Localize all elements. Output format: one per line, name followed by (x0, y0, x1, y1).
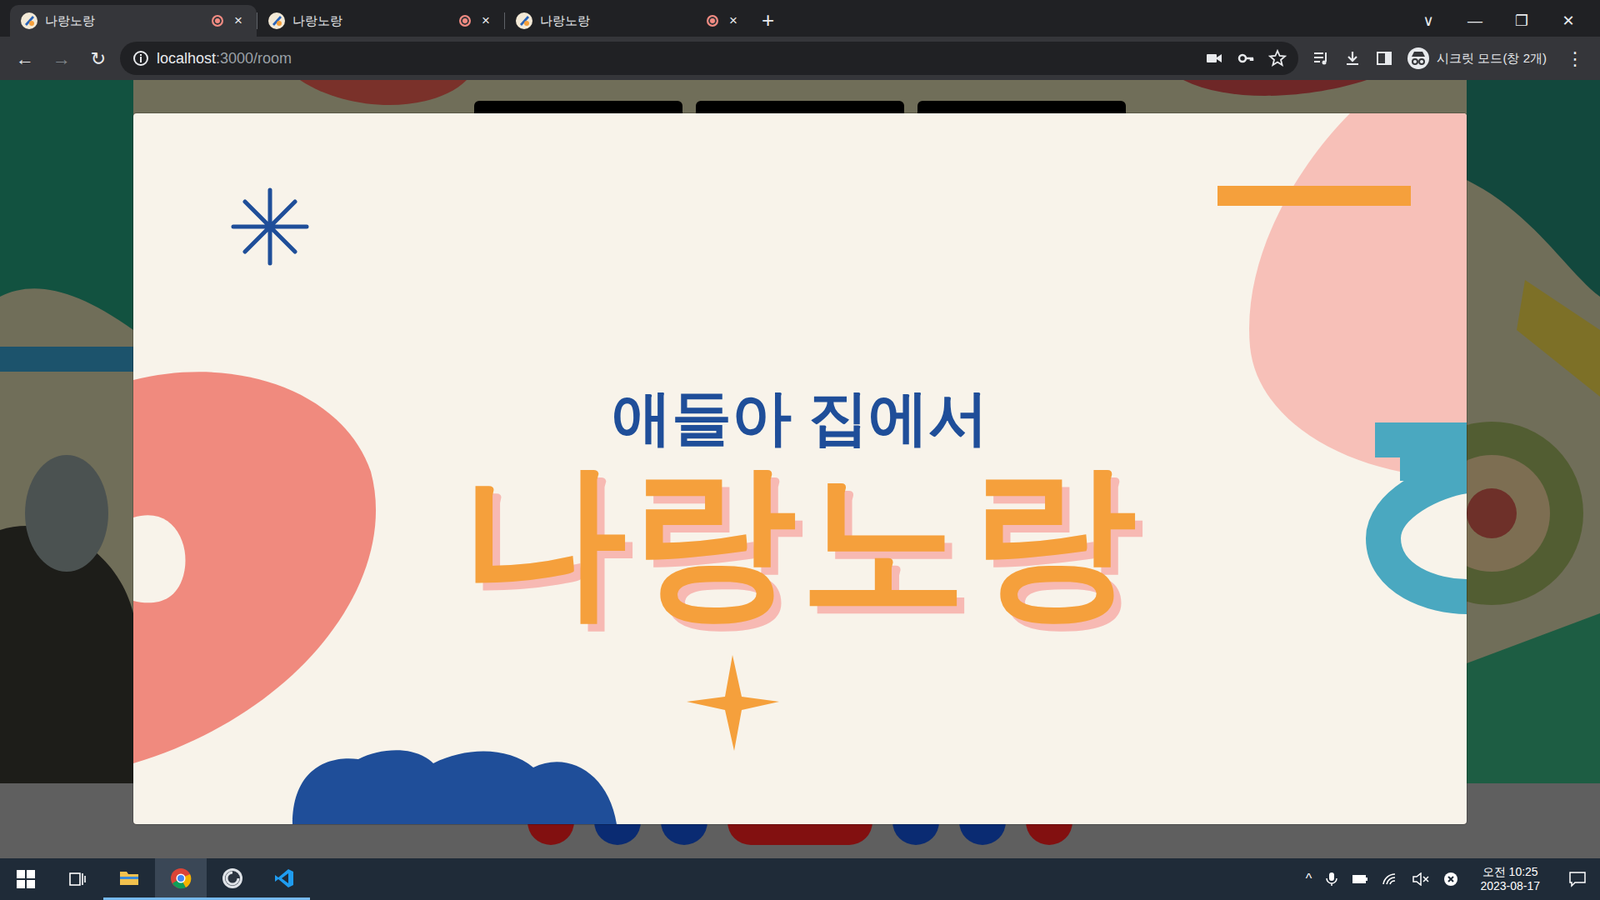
favicon-icon (20, 11, 39, 30)
start-button[interactable] (0, 858, 52, 900)
address-bar[interactable]: localhost:3000/room (120, 41, 1299, 75)
menu-button[interactable]: ⋮ (1560, 45, 1590, 73)
favicon-icon (267, 11, 286, 30)
taskbar-app[interactable] (51, 858, 104, 900)
star-icon[interactable] (1268, 49, 1287, 68)
browser-tab[interactable]: 나랑노랑 × (257, 5, 505, 37)
url-host: localhost (156, 47, 216, 70)
taskbar-app[interactable] (258, 858, 310, 900)
battery-icon[interactable] (1351, 874, 1369, 885)
taskbar-app[interactable] (103, 858, 155, 900)
url-path: :3000/room (215, 47, 292, 70)
screen: 나랑노랑 × 나랑노랑 × 나랑노랑 × + ∨—❐✕ ←→↻ localhost:3000/ro… (0, 0, 1600, 900)
tab-title: 나랑노랑 (45, 11, 205, 31)
clock-date: 2023-08-17 (1480, 879, 1540, 895)
obs-icon (221, 867, 244, 890)
web-page: 애들아 집에서나랑노랑 (0, 80, 1600, 859)
download-icon[interactable] (1343, 49, 1362, 68)
volume-muted-icon[interactable] (1411, 872, 1430, 886)
windows-icon (15, 869, 36, 890)
browser-tab[interactable]: 나랑노랑 × (10, 5, 257, 37)
tab-title: 나랑노랑 (540, 11, 700, 31)
game-title: 나랑노랑 (460, 452, 1140, 628)
tab-close-button[interactable]: × (230, 10, 247, 32)
taskbar-app[interactable] (206, 858, 259, 900)
tab-title: 나랑노랑 (292, 11, 453, 31)
subtitle: 애들아 집에서 (611, 383, 989, 453)
window-control-button[interactable]: ∨ (1405, 10, 1452, 33)
window-control-button[interactable]: — (1451, 10, 1499, 33)
browser-toolbar: ←→↻ localhost:3000/room 시크릿 모드(창 2개) ⋮ (0, 36, 1600, 80)
window-control-button[interactable]: ✕ (1545, 10, 1592, 33)
tab-close-button[interactable]: × (725, 10, 742, 32)
title-text: 애들아 집에서나랑노랑 (133, 113, 1467, 825)
new-tab-button[interactable]: + (751, 7, 785, 33)
side-panel-icon[interactable] (1375, 49, 1394, 68)
info-icon[interactable] (131, 49, 150, 68)
taskbar-app[interactable] (155, 858, 207, 900)
key-icon[interactable] (1236, 49, 1255, 68)
recording-icon (706, 15, 719, 27)
favicon-icon (515, 11, 534, 30)
forward-button[interactable]: → (46, 45, 77, 73)
tab-close-button[interactable]: × (477, 10, 495, 32)
vscode-icon (273, 867, 295, 890)
recording-icon (211, 15, 224, 27)
title-modal: 애들아 집에서나랑노랑 (133, 113, 1467, 825)
task-view-icon (67, 869, 88, 890)
system-tray: ^ 오전 10:252023-08-17 (1305, 865, 1600, 895)
back-button[interactable]: ← (10, 45, 40, 73)
incognito-icon (1406, 46, 1430, 70)
recording-icon (459, 15, 471, 27)
profile-button[interactable]: 시크릿 모드(창 2개) (1406, 46, 1554, 70)
clock[interactable]: 오전 10:252023-08-17 (1471, 865, 1549, 895)
clock-time: 오전 10:25 (1480, 865, 1540, 880)
file-explorer-icon (118, 867, 140, 889)
wifi-icon[interactable] (1381, 872, 1399, 886)
taskbar: ^ 오전 10:252023-08-17 (0, 858, 1600, 900)
notification-icon[interactable] (1561, 870, 1594, 888)
tab-separator (256, 12, 258, 30)
media-icon[interactable] (1311, 49, 1330, 68)
chrome-icon (170, 867, 192, 890)
camera-icon[interactable] (1205, 49, 1224, 68)
url: localhost:3000/room (156, 47, 292, 70)
window-control-button[interactable]: ❐ (1498, 10, 1545, 33)
profile-label: 시크릿 모드(창 2개) (1436, 49, 1547, 69)
microphone-icon[interactable] (1325, 871, 1339, 887)
tab-strip: 나랑노랑 × 나랑노랑 × 나랑노랑 × + ∨—❐✕ (0, 0, 1600, 37)
browser-tab[interactable]: 나랑노랑 × (505, 5, 752, 37)
error-icon[interactable] (1443, 871, 1459, 887)
reload-button[interactable]: ↻ (83, 45, 114, 73)
tab-separator (504, 12, 505, 30)
tray-expand-button[interactable]: ^ (1305, 869, 1313, 890)
